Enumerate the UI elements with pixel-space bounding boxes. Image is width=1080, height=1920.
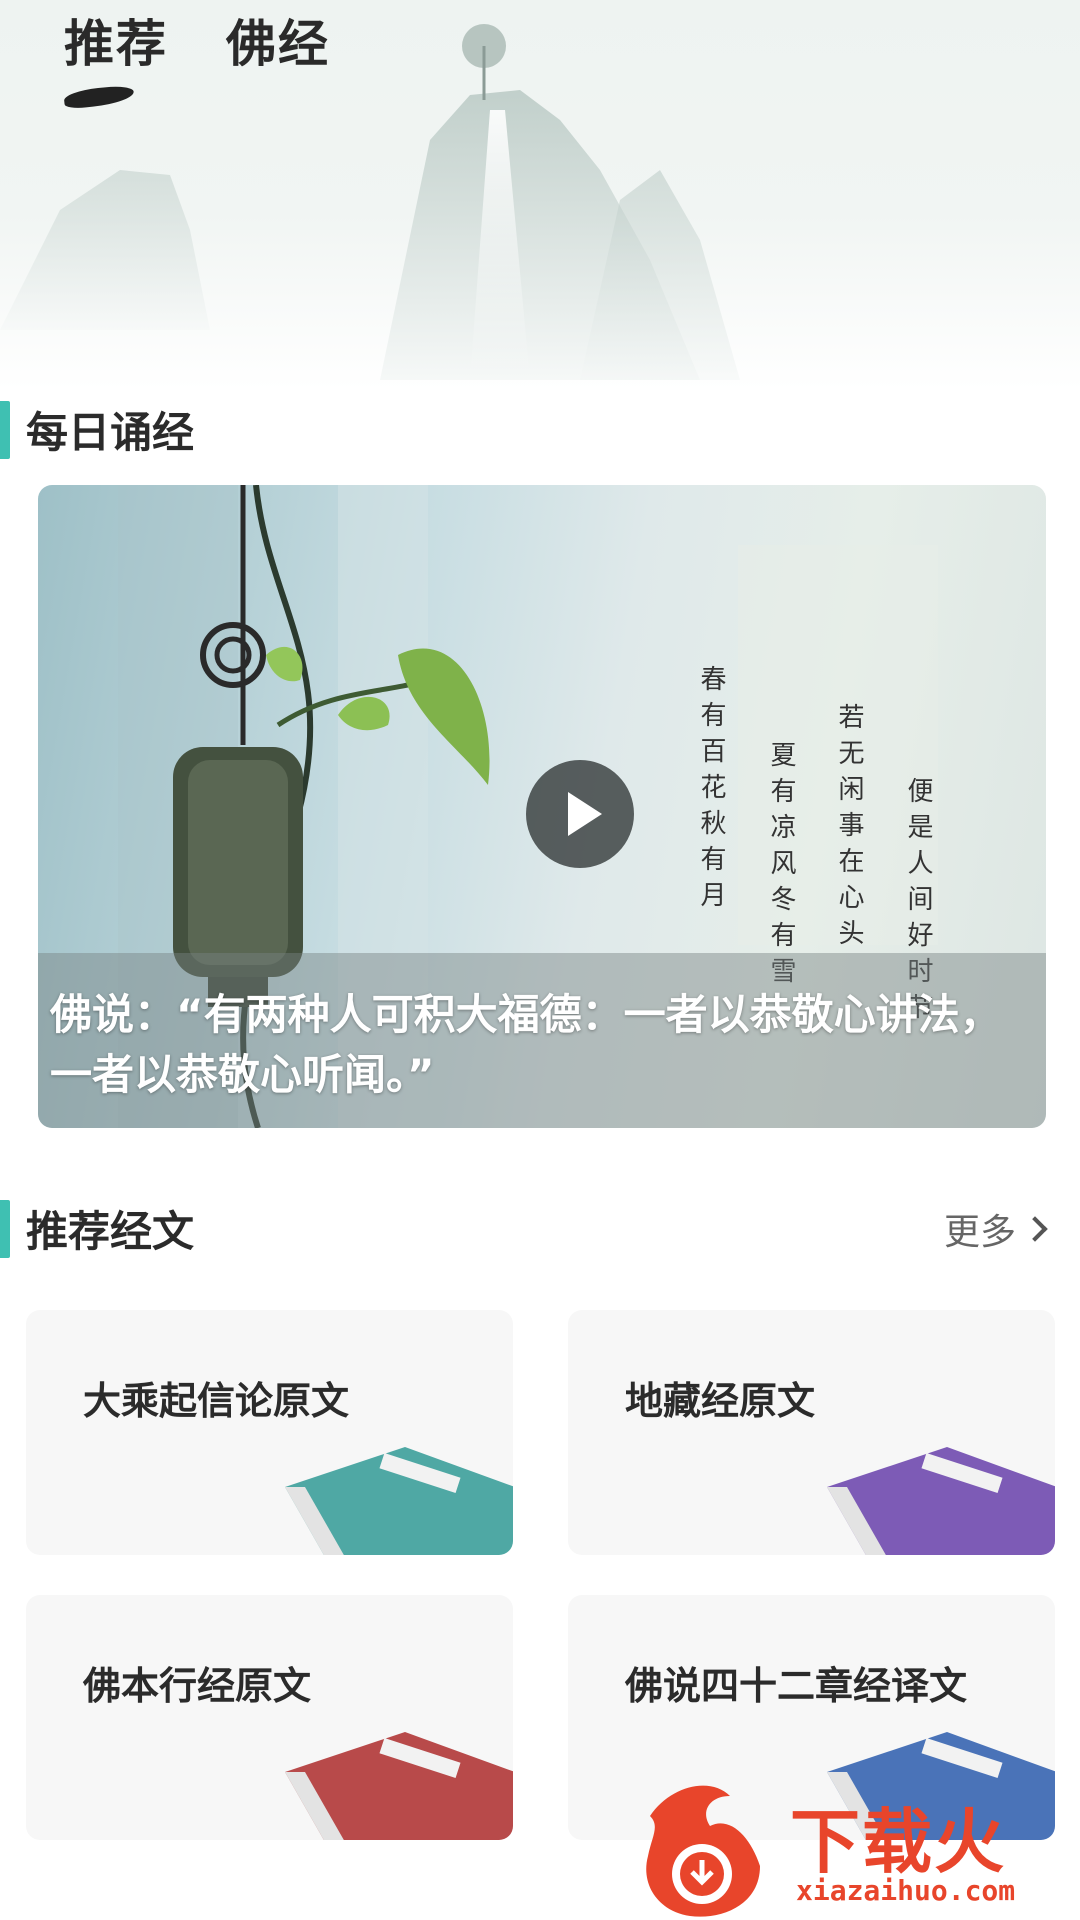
daily-section-title: 每日诵经: [26, 408, 195, 457]
sutra-card-title: 地藏经原文: [625, 1379, 816, 1423]
poem-line: 若无闲事在心头: [834, 703, 864, 955]
more-link[interactable]: 更多: [943, 1203, 1048, 1255]
sutra-card[interactable]: 大乘起信论原文: [26, 1310, 513, 1555]
header-landscape: 推荐 佛经: [0, 0, 1080, 390]
sutra-card-title: 大乘起信论原文: [83, 1379, 350, 1423]
sutra-card-title: 佛说四十二章经译文: [625, 1664, 968, 1708]
section-accent-bar: [0, 1199, 10, 1258]
watermark-text: 下载火: [790, 1801, 1006, 1883]
poem-line: 春有百花秋有月: [696, 665, 726, 917]
more-label: 更多: [943, 1211, 1016, 1253]
daily-section-header: 每日诵经: [0, 399, 1080, 460]
book-icon: [827, 1447, 1055, 1555]
book-icon: [285, 1732, 513, 1840]
recommended-section-header: 推荐经文 更多: [0, 1198, 1080, 1259]
video-caption: 佛说：“有两种人可积大福德：一者以恭敬心讲法，一者以恭敬心听闻。”: [50, 990, 1002, 1099]
flame-logo-icon: [646, 1785, 760, 1917]
sutra-card[interactable]: 地藏经原文: [568, 1310, 1055, 1555]
play-button[interactable]: [526, 760, 634, 868]
sutra-card-title: 佛本行经原文: [83, 1664, 312, 1708]
recommended-section-title: 推荐经文: [26, 1207, 195, 1256]
tab-sutras[interactable]: 佛经: [226, 4, 330, 76]
sutra-card[interactable]: 佛本行经原文: [26, 1595, 513, 1840]
daily-video-card[interactable]: 春有百花秋有月 夏有凉风冬有雪 若无闲事在心头 便是人间好时节 佛说：“有两种人…: [38, 485, 1046, 1128]
watermark: 下载火 xiazaihuo.com: [640, 1776, 1080, 1920]
watermark-url: xiazaihuo.com: [796, 1874, 1016, 1907]
section-accent-bar: [0, 400, 10, 459]
tab-recommend[interactable]: 推荐: [64, 4, 168, 76]
chevron-right-icon: [1022, 1215, 1048, 1242]
book-icon: [285, 1447, 513, 1555]
